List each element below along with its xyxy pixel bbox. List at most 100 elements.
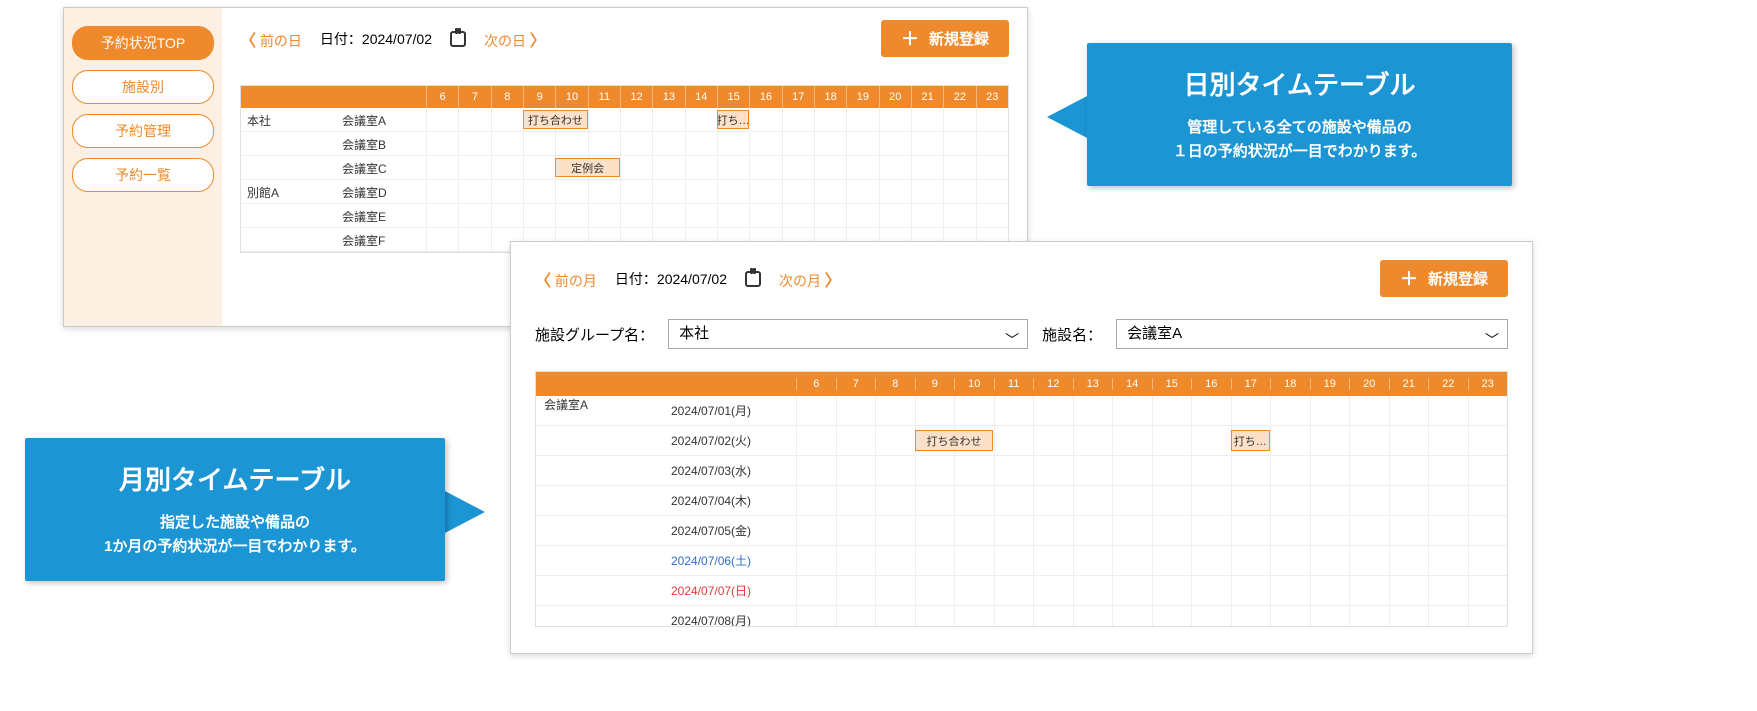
timetable-track[interactable] (796, 486, 1507, 515)
hour-header: 19 (846, 86, 878, 108)
date-value: 2024/07/02 (362, 31, 432, 47)
group-name: 別館A (241, 180, 336, 203)
plus-icon: ＋ (901, 30, 919, 48)
hour-header: 11 (994, 378, 1034, 390)
hour-header: 18 (814, 86, 846, 108)
new-reservation-button[interactable]: ＋ 新規登録 (881, 20, 1009, 57)
reservation-block[interactable]: 打ち合わせ (523, 110, 588, 129)
date-cell: 2024/07/01(月) (671, 396, 796, 425)
hour-header: 14 (1112, 378, 1152, 390)
timetable-track[interactable] (426, 180, 1008, 203)
callout-text: 指定した施設や備品の1か月の予約状況が一目でわかります。 (59, 511, 411, 559)
hour-header: 22 (943, 86, 975, 108)
timetable-row: 本社会議室A 打ち合わせ 打ち… (241, 108, 1008, 132)
group-name (241, 228, 336, 251)
calendar-icon[interactable] (745, 271, 761, 287)
timetable-row: 会議室E (241, 204, 1008, 228)
timetable-track[interactable]: 定例会 (426, 156, 1008, 179)
room-name (536, 546, 671, 575)
reservation-block[interactable]: 打ち… (717, 110, 749, 129)
date-label: 日付：2024/07/02 (320, 29, 432, 49)
room-select-label: 施設名： (1042, 324, 1102, 345)
room-name: 会議室D (336, 180, 426, 203)
daily-tt-header: .. 67891011121314151617181920212223 (241, 86, 1008, 108)
sidebar-item[interactable]: 予約一覧 (72, 158, 214, 192)
room-name (536, 606, 671, 626)
hour-header: 20 (1349, 378, 1389, 390)
chevron-left-icon: 〈 (240, 33, 256, 50)
calendar-icon[interactable] (450, 31, 466, 47)
new-reservation-button[interactable]: ＋ 新規登録 (1380, 260, 1508, 297)
reservation-block[interactable]: 打ち… (1231, 430, 1270, 451)
daily-timetable: .. 67891011121314151617181920212223 本社会議… (240, 85, 1009, 253)
callout-title: 月別タイムテーブル (59, 460, 411, 497)
date-label: 日付：2024/07/02 (615, 269, 727, 289)
callout-arrow-icon (1047, 95, 1089, 139)
prev-day-label: 前の日 (260, 33, 302, 49)
room-name (536, 426, 671, 455)
group-name (241, 156, 336, 179)
hour-header: 6 (426, 86, 458, 108)
prev-month-link[interactable]: 〈 前の月 (535, 267, 597, 291)
monthly-tt-body[interactable]: 会議室A2024/07/01(月)2024/07/02(火)打ち合わせ打ち…20… (536, 396, 1507, 626)
group-select-value: 本社 (679, 325, 709, 342)
room-name: 会議室C (336, 156, 426, 179)
hour-header: 23 (976, 86, 1008, 108)
hour-header: 9 (915, 378, 955, 390)
monthly-date-bar: 〈 前の月 日付：2024/07/02 次の月 〉 ＋ 新規登録 (535, 260, 1508, 297)
monthly-timetable-panel: 〈 前の月 日付：2024/07/02 次の月 〉 ＋ 新規登録 施設グループ名… (510, 241, 1533, 654)
callout-text: 管理している全ての施設や備品の１日の予約状況が一目でわかります。 (1121, 116, 1478, 164)
next-day-label: 次の日 (484, 33, 526, 49)
hour-header: 13 (1073, 378, 1113, 390)
monthly-row: 会議室A2024/07/01(月) (536, 396, 1507, 426)
timetable-track[interactable] (796, 576, 1507, 605)
timetable-track[interactable]: 打ち合わせ 打ち… (796, 426, 1507, 455)
daily-tt-body: 本社会議室A打ち合わせ打ち…会議室B会議室C定例会別館A会議室D会議室E会議室F (241, 108, 1008, 252)
room-name: 会議室A (536, 396, 671, 425)
filter-row: 施設グループ名： 本社 ﹀ 施設名： 会議室A ﹀ (535, 319, 1508, 349)
callout-title: 日別タイムテーブル (1121, 65, 1478, 102)
hour-header: 18 (1270, 378, 1310, 390)
reservation-block[interactable]: 定例会 (555, 158, 620, 177)
hour-header: 8 (875, 378, 915, 390)
room-select[interactable]: 会議室A ﹀ (1116, 319, 1508, 349)
timetable-track[interactable] (426, 132, 1008, 155)
next-month-link[interactable]: 次の月 〉 (779, 267, 841, 291)
room-name: 会議室E (336, 204, 426, 227)
reservation-block[interactable]: 打ち合わせ (915, 430, 994, 451)
hour-header: 15 (1152, 378, 1192, 390)
timetable-track[interactable] (796, 606, 1507, 626)
monthly-row: 2024/07/07(日) (536, 576, 1507, 606)
date-cell: 2024/07/04(木) (671, 486, 796, 515)
hour-header: 19 (1310, 378, 1350, 390)
timetable-row: 会議室B (241, 132, 1008, 156)
next-day-link[interactable]: 次の日 〉 (484, 27, 546, 51)
timetable-track[interactable] (796, 396, 1507, 425)
chevron-right-icon: 〉 (825, 273, 841, 290)
date-label-text: 日付： (615, 271, 657, 287)
plus-icon: ＋ (1400, 270, 1418, 288)
timetable-track[interactable]: 打ち合わせ 打ち… (426, 108, 1008, 131)
timetable-track[interactable] (796, 546, 1507, 575)
date-cell: 2024/07/05(金) (671, 516, 796, 545)
room-name: 会議室A (336, 108, 426, 131)
sidebar-item[interactable]: 予約状況TOP (72, 26, 214, 60)
callout-daily: 日別タイムテーブル 管理している全ての施設や備品の１日の予約状況が一目でわかりま… (1087, 43, 1512, 186)
date-value: 2024/07/02 (657, 271, 727, 287)
hour-header: 17 (782, 86, 814, 108)
group-select-label: 施設グループ名： (535, 324, 654, 345)
timetable-track[interactable] (796, 516, 1507, 545)
prev-day-link[interactable]: 〈 前の日 (240, 27, 302, 51)
sidebar-item[interactable]: 施設別 (72, 70, 214, 104)
date-cell: 2024/07/08(月) (671, 606, 796, 626)
chevron-right-icon: 〉 (530, 33, 546, 50)
sidebar-item[interactable]: 予約管理 (72, 114, 214, 148)
group-select[interactable]: 本社 ﹀ (668, 319, 1028, 349)
monthly-tt-header: 67891011121314151617181920212223 (536, 372, 1507, 396)
group-name: 本社 (241, 108, 336, 131)
timetable-track[interactable] (796, 456, 1507, 485)
new-reservation-label: 新規登録 (929, 28, 989, 49)
callout-monthly: 月別タイムテーブル 指定した施設や備品の1か月の予約状況が一目でわかります。 (25, 438, 445, 581)
timetable-track[interactable] (426, 204, 1008, 227)
hour-header: 10 (555, 86, 587, 108)
